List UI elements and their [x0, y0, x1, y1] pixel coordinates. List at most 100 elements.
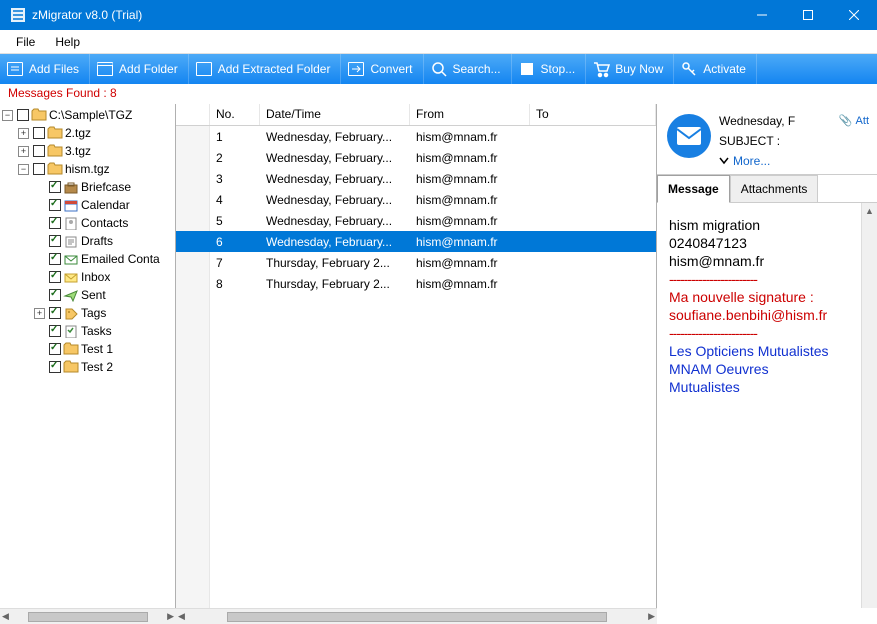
maximize-button[interactable]	[785, 0, 831, 30]
table-row[interactable]: 1Wednesday, February...hism@mnam.fr	[176, 126, 656, 147]
checkbox-icon[interactable]	[49, 253, 61, 265]
tree-node[interactable]: +Tags	[32, 304, 175, 322]
toolbar: Add Files Add Folder Add Extracted Folde…	[0, 54, 877, 84]
expand-icon[interactable]: +	[34, 308, 45, 319]
menu-file[interactable]: File	[6, 32, 45, 52]
checkbox-icon[interactable]	[49, 199, 61, 211]
checkbox-icon[interactable]	[33, 163, 45, 175]
tree-node[interactable]: −hism.tgz	[16, 160, 175, 178]
cell-from: hism@mnam.fr	[410, 193, 530, 207]
convert-button[interactable]: Convert	[341, 54, 423, 84]
tree-label: Drafts	[81, 234, 113, 248]
checkbox-icon[interactable]	[49, 217, 61, 229]
chevron-down-icon	[719, 154, 729, 168]
tree-label: 2.tgz	[65, 126, 91, 140]
more-link[interactable]: More...	[719, 154, 867, 168]
item-icon	[63, 360, 79, 374]
checkbox-icon[interactable]	[17, 109, 29, 121]
table-row[interactable]: 8Thursday, February 2...hism@mnam.fr	[176, 273, 656, 294]
list-hscroll[interactable]: ◀▶	[176, 608, 657, 624]
table-row[interactable]: 3Wednesday, February...hism@mnam.fr	[176, 168, 656, 189]
tab-attachments[interactable]: Attachments	[730, 175, 819, 202]
minimize-button[interactable]	[739, 0, 785, 30]
col-date[interactable]: Date/Time	[260, 104, 410, 125]
preview-tabs: Message Attachments	[657, 175, 877, 203]
checkbox-icon[interactable]	[49, 271, 61, 283]
tab-message[interactable]: Message	[657, 175, 730, 203]
expand-spacer	[34, 344, 45, 355]
collapse-icon[interactable]: −	[2, 110, 13, 121]
cart-icon	[592, 60, 610, 78]
expand-spacer	[34, 200, 45, 211]
stop-icon	[518, 60, 536, 78]
tree-node[interactable]: Emailed Conta	[32, 250, 175, 268]
cell-from: hism@mnam.fr	[410, 172, 530, 186]
tree-label: Contacts	[81, 216, 128, 230]
menu-help[interactable]: Help	[45, 32, 90, 52]
search-icon	[430, 60, 448, 78]
tree-node[interactable]: Test 1	[32, 340, 175, 358]
table-row[interactable]: 4Wednesday, February...hism@mnam.fr	[176, 189, 656, 210]
table-row[interactable]: 2Wednesday, February...hism@mnam.fr	[176, 147, 656, 168]
expand-icon[interactable]: +	[18, 146, 29, 157]
signature-line: soufiane.benbihi@hism.fr	[669, 307, 865, 323]
tree-label: Tasks	[81, 324, 112, 338]
tree-node[interactable]: Test 2	[32, 358, 175, 376]
col-to[interactable]: To	[530, 104, 656, 125]
item-icon	[63, 270, 79, 284]
item-icon	[63, 234, 79, 248]
tree-node[interactable]: +3.tgz	[16, 142, 175, 160]
tree-root[interactable]: − C:\Sample\TGZ	[0, 106, 175, 124]
table-row[interactable]: 7Thursday, February 2...hism@mnam.fr	[176, 252, 656, 273]
tree-node[interactable]: Sent	[32, 286, 175, 304]
scroll-up-icon[interactable]: ▲	[862, 203, 877, 219]
attachment-link[interactable]: 📎 Att	[839, 114, 869, 127]
checkbox-icon[interactable]	[49, 289, 61, 301]
checkbox-icon[interactable]	[49, 325, 61, 337]
checkbox-icon[interactable]	[49, 181, 61, 193]
tree-node[interactable]: Drafts	[32, 232, 175, 250]
col-no[interactable]: No.	[210, 104, 260, 125]
add-files-button[interactable]: Add Files	[0, 54, 90, 84]
close-button[interactable]	[831, 0, 877, 30]
item-icon	[63, 324, 79, 338]
checkbox-icon[interactable]	[33, 127, 45, 139]
buy-button[interactable]: Buy Now	[586, 54, 674, 84]
tree-node[interactable]: Briefcase	[32, 178, 175, 196]
collapse-icon[interactable]: −	[18, 164, 29, 175]
tree-node[interactable]: Contacts	[32, 214, 175, 232]
tree-label: Test 2	[81, 360, 113, 374]
add-extracted-button[interactable]: Add Extracted Folder	[189, 54, 342, 84]
col-from[interactable]: From	[410, 104, 530, 125]
table-row[interactable]: 6Wednesday, February...hism@mnam.fr	[176, 231, 656, 252]
preview-pane: 📎 Att Wednesday, F SUBJECT : More... Mes…	[657, 104, 877, 608]
vertical-scrollbar[interactable]: ▲	[861, 203, 877, 608]
mail-icon	[667, 114, 711, 158]
cell-no: 6	[210, 235, 260, 249]
expand-icon[interactable]: +	[18, 128, 29, 139]
cell-date: Wednesday, February...	[260, 193, 410, 207]
item-icon	[63, 306, 79, 320]
messages-found-label: Messages Found : 8	[8, 86, 117, 100]
message-list-pane: No. Date/Time From To 1Wednesday, Februa…	[176, 104, 657, 608]
add-folder-button[interactable]: Add Folder	[90, 54, 189, 84]
add-files-label: Add Files	[29, 62, 79, 76]
table-row[interactable]: 5Wednesday, February...hism@mnam.fr	[176, 210, 656, 231]
attachment-label: Att	[856, 115, 869, 127]
search-button[interactable]: Search...	[424, 54, 512, 84]
tree-node[interactable]: Tasks	[32, 322, 175, 340]
activate-button[interactable]: Activate	[674, 54, 757, 84]
checkbox-icon[interactable]	[49, 307, 61, 319]
checkbox-icon[interactable]	[49, 343, 61, 355]
expand-spacer	[34, 254, 45, 265]
checkbox-icon[interactable]	[49, 235, 61, 247]
paperclip-icon: 📎	[839, 115, 853, 127]
checkbox-icon[interactable]	[33, 145, 45, 157]
signature-line: Ma nouvelle signature :	[669, 289, 865, 305]
checkbox-icon[interactable]	[49, 361, 61, 373]
tree-node[interactable]: +2.tgz	[16, 124, 175, 142]
tree-node[interactable]: Calendar	[32, 196, 175, 214]
tree-hscroll[interactable]: ◀▶	[0, 608, 176, 624]
stop-button[interactable]: Stop...	[512, 54, 587, 84]
tree-node[interactable]: Inbox	[32, 268, 175, 286]
